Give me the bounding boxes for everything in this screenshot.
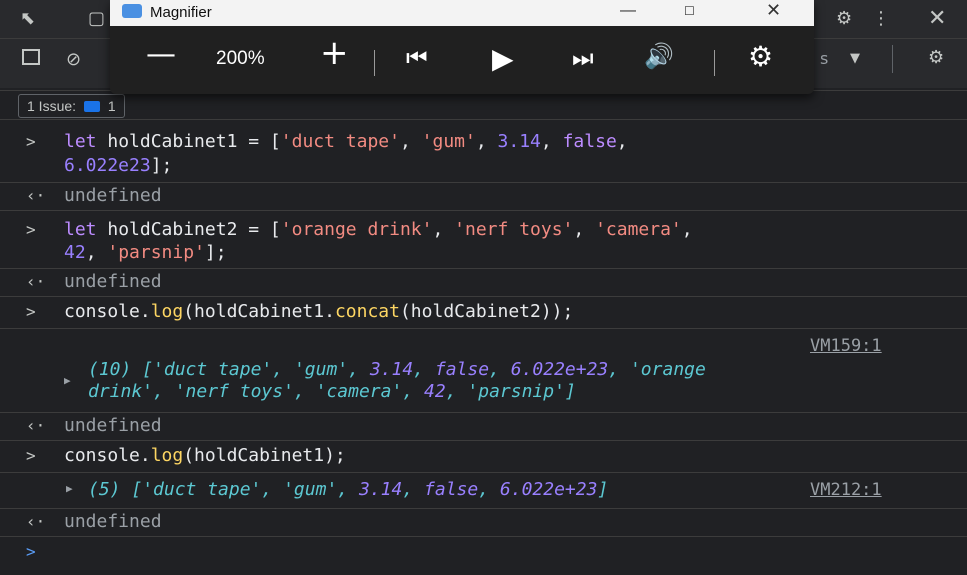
console-input-row: > console.log(holdCabinet1.concat(holdCa…	[0, 296, 967, 329]
magnifier-titlebar[interactable]: Magnifier — ☐ ✕	[110, 0, 814, 26]
input-prompt-icon: >	[26, 446, 36, 465]
console-output-row: ▶ (5) ['duct tape', 'gum', 3.14, false, …	[0, 472, 967, 509]
result-text: undefined	[64, 415, 162, 436]
code-line: console.log(holdCabinet1);	[64, 445, 346, 466]
clear-console-icon[interactable]: ⊘	[66, 49, 81, 70]
console-output-row: VM159:1 ▶ (10) ['duct tape', 'gum', 3.14…	[0, 328, 967, 413]
console-result-row: ‹· undefined	[0, 508, 967, 537]
gear-icon[interactable]: ⚙	[836, 8, 852, 29]
filter-text-partial: s	[820, 49, 829, 68]
input-prompt-icon[interactable]: >	[26, 542, 36, 561]
more-options-icon[interactable]: ⋮	[872, 8, 890, 29]
play-icon[interactable]: ▶	[492, 42, 514, 75]
sidebar-toggle-icon[interactable]	[22, 49, 40, 65]
magnifier-app-icon	[122, 4, 142, 18]
output-line: (10) ['duct tape', 'gum', 3.14, false, 6…	[88, 359, 706, 380]
message-icon	[83, 101, 100, 112]
console-input-row: > console.log(holdCabinet1);	[0, 440, 967, 473]
skip-back-icon[interactable]: ⏮	[406, 44, 428, 72]
console-prompt-row[interactable]: >	[0, 536, 967, 566]
source-link[interactable]: VM212:1	[810, 480, 882, 500]
close-icon[interactable]: ✕	[766, 0, 781, 21]
console-input-row: > let holdCabinet1 = ['duct tape', 'gum'…	[0, 120, 967, 183]
dropdown-arrow-icon[interactable]: ▼	[850, 51, 860, 66]
toolbar-divider	[374, 50, 375, 76]
result-arrow-icon: ‹·	[26, 272, 46, 291]
skip-forward-icon[interactable]: ⏭	[572, 44, 594, 72]
minus-icon[interactable]: —	[146, 40, 176, 70]
code-line: let holdCabinet1 = ['duct tape', 'gum', …	[64, 131, 628, 152]
console-result-row: ‹· undefined	[0, 268, 967, 297]
output-line: (5) ['duct tape', 'gum', 3.14, false, 6.…	[88, 479, 609, 500]
expand-triangle-icon[interactable]: ▶	[64, 374, 71, 387]
result-text: undefined	[64, 185, 162, 206]
device-toolbar-icon[interactable]: ▢	[88, 8, 105, 29]
console-input-row: > let holdCabinet2 = ['orange drink', 'n…	[0, 210, 967, 269]
issues-bar: 1 Issue: 1	[0, 90, 967, 120]
code-line: 6.022e23];	[64, 155, 173, 176]
result-text: undefined	[64, 511, 162, 532]
output-line: drink', 'nerf toys', 'camera', 42, 'pars…	[88, 381, 576, 402]
zoom-level: 200%	[216, 48, 265, 69]
input-prompt-icon: >	[26, 220, 36, 239]
result-text: undefined	[64, 271, 162, 292]
code-line: 42, 'parsnip'];	[64, 242, 227, 263]
result-arrow-icon: ‹·	[26, 416, 46, 435]
console-result-row: ‹· undefined	[0, 182, 967, 211]
input-prompt-icon: >	[26, 302, 36, 321]
close-icon[interactable]: ✕	[928, 6, 946, 31]
console-result-row: ‹· undefined	[0, 412, 967, 441]
result-arrow-icon: ‹·	[26, 512, 46, 531]
read-aloud-icon[interactable]: 🔊	[644, 42, 674, 70]
issues-label: 1 Issue:	[27, 98, 77, 114]
magnifier-toolbar: — 200% + ⏮ ▶ ⏭ 🔊 ⚙	[110, 26, 814, 94]
input-prompt-icon: >	[26, 132, 36, 151]
magnifier-window: Magnifier — ☐ ✕ — 200% + ⏮ ▶ ⏭ 🔊 ⚙	[110, 0, 814, 94]
issues-button[interactable]: 1 Issue: 1	[18, 94, 125, 118]
toolbar-divider	[714, 50, 715, 76]
maximize-icon[interactable]: ☐	[684, 4, 695, 18]
plus-icon[interactable]: +	[320, 36, 349, 70]
result-arrow-icon: ‹·	[26, 186, 46, 205]
source-link[interactable]: VM159:1	[810, 336, 882, 356]
code-line: console.log(holdCabinet1.concat(holdCabi…	[64, 301, 574, 322]
gear-icon[interactable]: ⚙	[748, 40, 773, 73]
minimize-icon[interactable]: —	[620, 2, 636, 20]
code-line: let holdCabinet2 = ['orange drink', 'ner…	[64, 219, 693, 240]
inspect-element-icon[interactable]: ⬉	[20, 8, 35, 29]
toolbar-divider	[892, 45, 893, 73]
issues-count: 1	[107, 98, 116, 114]
console-settings-icon[interactable]: ⚙	[928, 47, 944, 68]
magnifier-title: Magnifier	[150, 4, 212, 21]
expand-triangle-icon[interactable]: ▶	[66, 482, 73, 495]
